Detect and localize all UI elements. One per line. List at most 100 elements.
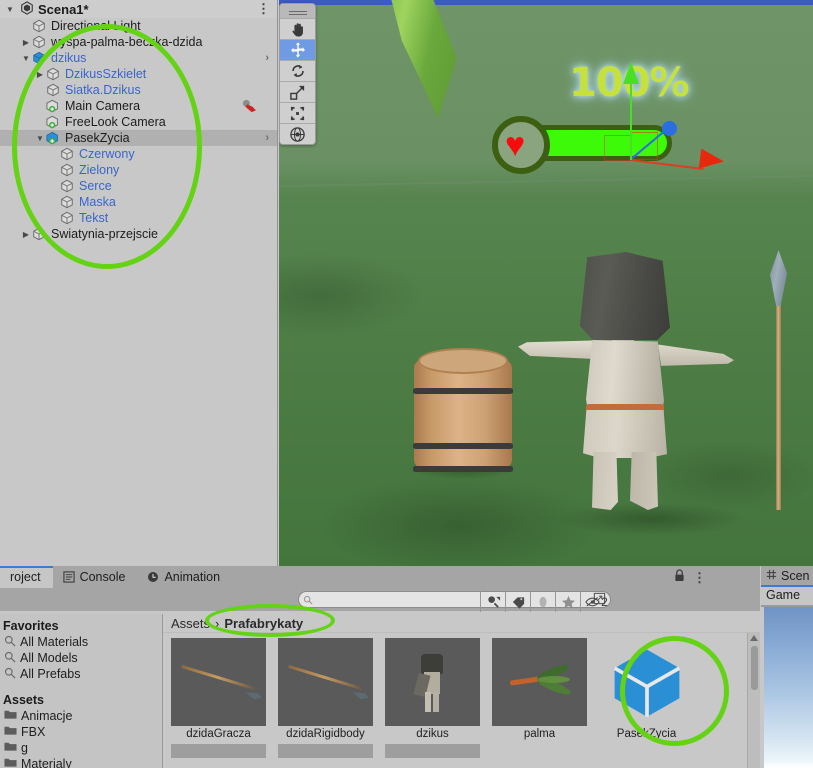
rect-tool[interactable] [280, 102, 315, 123]
spear-dzida-object[interactable] [769, 250, 789, 510]
asset-item-partial[interactable] [385, 744, 480, 758]
gizmo-y-arrow[interactable] [623, 62, 639, 84]
hierarchy-row-zielony[interactable]: Zielony [0, 162, 277, 178]
hierarchy-row-label: Swiatynia-przejscie [51, 227, 158, 241]
hierarchy-row-maska[interactable]: Maska [0, 194, 277, 210]
hierarchy-row-pasekzycia[interactable]: ▼ PasekZycia › [0, 130, 277, 146]
hierarchy-row-label: DzikusSzkielet [65, 67, 147, 81]
barrel-hoop [413, 388, 513, 394]
gizmo-plane-xz[interactable] [604, 135, 631, 161]
hierarchy-row-label: Czerwony [79, 147, 135, 161]
tab-console[interactable]: Console [53, 566, 138, 588]
hierarchy-row-tekst[interactable]: Tekst [0, 210, 277, 226]
open-prefab-chevron-icon[interactable]: › [265, 132, 269, 144]
row-twisty[interactable]: ▼ [20, 54, 32, 63]
move-tool[interactable] [280, 39, 315, 60]
breadcrumb-root[interactable]: Assets [171, 616, 210, 631]
rotate-tool[interactable] [280, 60, 315, 81]
folder-fbx[interactable]: FBX [2, 724, 162, 740]
tab-animation[interactable]: Animation [137, 566, 232, 588]
hierarchy-row-dzikus[interactable]: ▼ dzikus › [0, 50, 277, 66]
folder-animacje[interactable]: Animacje [2, 708, 162, 724]
asset-item-partial[interactable] [278, 744, 373, 758]
breadcrumb-current[interactable]: Prafabrykaty [224, 616, 303, 631]
asset-thumbnail[interactable] [278, 744, 373, 758]
folder-materialy[interactable]: Materialy [2, 756, 162, 768]
scale-tool[interactable] [280, 81, 315, 102]
scroll-up-arrow-icon[interactable] [750, 635, 758, 641]
tools-drag-handle[interactable] [280, 4, 315, 18]
favorite-star-icon[interactable] [555, 591, 580, 612]
gizmo-z-handle[interactable] [662, 121, 677, 136]
project-menu-icon[interactable]: ⋮ [693, 571, 706, 584]
hierarchy-row-dzikusszkielet[interactable]: ▶ DzikusSzkielet [0, 66, 277, 82]
asset-thumbnail[interactable] [171, 638, 266, 726]
asset-grid: dzidaGracza dzidaRigidbody dzikus palma Pase… [163, 633, 747, 768]
hierarchy-row-wyspa-palma-beczka-dzida[interactable]: ▶ wyspa-palma-beczka-dzida [0, 34, 277, 50]
asset-item[interactable]: dzidaGracza [171, 638, 266, 740]
asset-name-label: dzidaGracza [186, 728, 251, 740]
hierarchy-row-czerwony[interactable]: Czerwony [0, 146, 277, 162]
asset-thumbnail[interactable] [278, 638, 373, 726]
folder-g[interactable]: g [2, 740, 162, 756]
favorite-all-prefabs[interactable]: All Prefabs [2, 666, 162, 682]
assets-header: Assets [3, 693, 44, 707]
asset-item[interactable]: dzidaRigidbody [278, 638, 373, 740]
asset-item[interactable]: palma [492, 638, 587, 740]
scene-twisty[interactable]: ▼ [4, 5, 16, 14]
scene-tools-palette [279, 3, 316, 145]
hand-tool[interactable] [280, 18, 315, 39]
hierarchy-row-swiatynia-przejscie[interactable]: ▶ Swiatynia-przejscie [0, 226, 277, 242]
transform-tool[interactable] [280, 123, 315, 144]
asset-thumbnail[interactable] [599, 638, 694, 726]
character-left-arm [518, 340, 592, 359]
hidden-items-toggle[interactable]: 2 [580, 591, 612, 612]
clock-icon [147, 571, 159, 583]
project-tree-sidebar: Favorites All Materials All Models All Pref… [0, 614, 163, 768]
hierarchy-row-freelook-camera[interactable]: FreeLook Camera [0, 114, 277, 130]
hierarchy-row-siatka-dzikus[interactable]: Siatka.Dzikus [0, 82, 277, 98]
breadcrumb-separator-icon: › [215, 615, 220, 631]
asset-name-label: palma [523, 728, 556, 740]
asset-name-label: dzidaRigidbody [286, 728, 365, 740]
hierarchy-row-main-camera[interactable]: Main Camera [0, 98, 277, 114]
asset-thumbnail[interactable] [385, 638, 480, 726]
asset-thumbnail[interactable] [492, 638, 587, 726]
gizmo-x-arrow[interactable] [698, 148, 726, 172]
row-twisty[interactable]: ▶ [34, 70, 46, 79]
asset-thumbnail[interactable] [385, 744, 480, 758]
tab-roject[interactable]: roject [0, 566, 53, 588]
favorite-all-models[interactable]: All Models [2, 650, 162, 666]
favorite-label: All Prefabs [20, 667, 81, 681]
tab-game[interactable]: Game [761, 585, 813, 605]
game-view-canvas[interactable] [764, 607, 813, 768]
row-twisty[interactable]: ▼ [34, 134, 46, 143]
row-twisty[interactable]: ▶ [20, 230, 32, 239]
favorite-all-materials[interactable]: All Materials [2, 634, 162, 650]
tab-label: Animation [164, 570, 221, 584]
vertical-scrollbar[interactable] [747, 633, 760, 768]
barrel-object[interactable] [408, 348, 518, 480]
hierarchy-row-directional-light[interactable]: Directional Light [0, 18, 277, 34]
scrollbar-thumb[interactable] [751, 646, 758, 690]
type-filter-icon[interactable] [530, 591, 555, 612]
row-twisty[interactable]: ▶ [20, 38, 32, 47]
asset-item-partial[interactable] [171, 744, 266, 758]
lock-icon[interactable] [674, 569, 685, 585]
tab-scene[interactable]: Scen [761, 566, 813, 585]
scene-view[interactable]: ♥ 100% [279, 0, 813, 566]
folder-icon [4, 741, 17, 755]
asset-item[interactable]: PasekZycia [599, 638, 694, 740]
save-search-icon[interactable] [480, 591, 505, 612]
scene-name-label: Scena1* [38, 1, 89, 17]
hierarchy-menu-icon[interactable]: ⋮ [257, 2, 270, 15]
asset-thumbnail[interactable] [171, 744, 266, 758]
search-icon [4, 635, 16, 650]
hierarchy-row-serce[interactable]: Serce [0, 178, 277, 194]
label-tag-icon[interactable] [505, 591, 530, 612]
asset-item[interactable]: dzikus [385, 638, 480, 740]
open-prefab-chevron-icon[interactable]: › [265, 52, 269, 64]
unity-logo-icon [20, 0, 34, 18]
character-dzikus-object[interactable] [516, 252, 746, 536]
gizmo-y-axis[interactable] [630, 72, 632, 160]
